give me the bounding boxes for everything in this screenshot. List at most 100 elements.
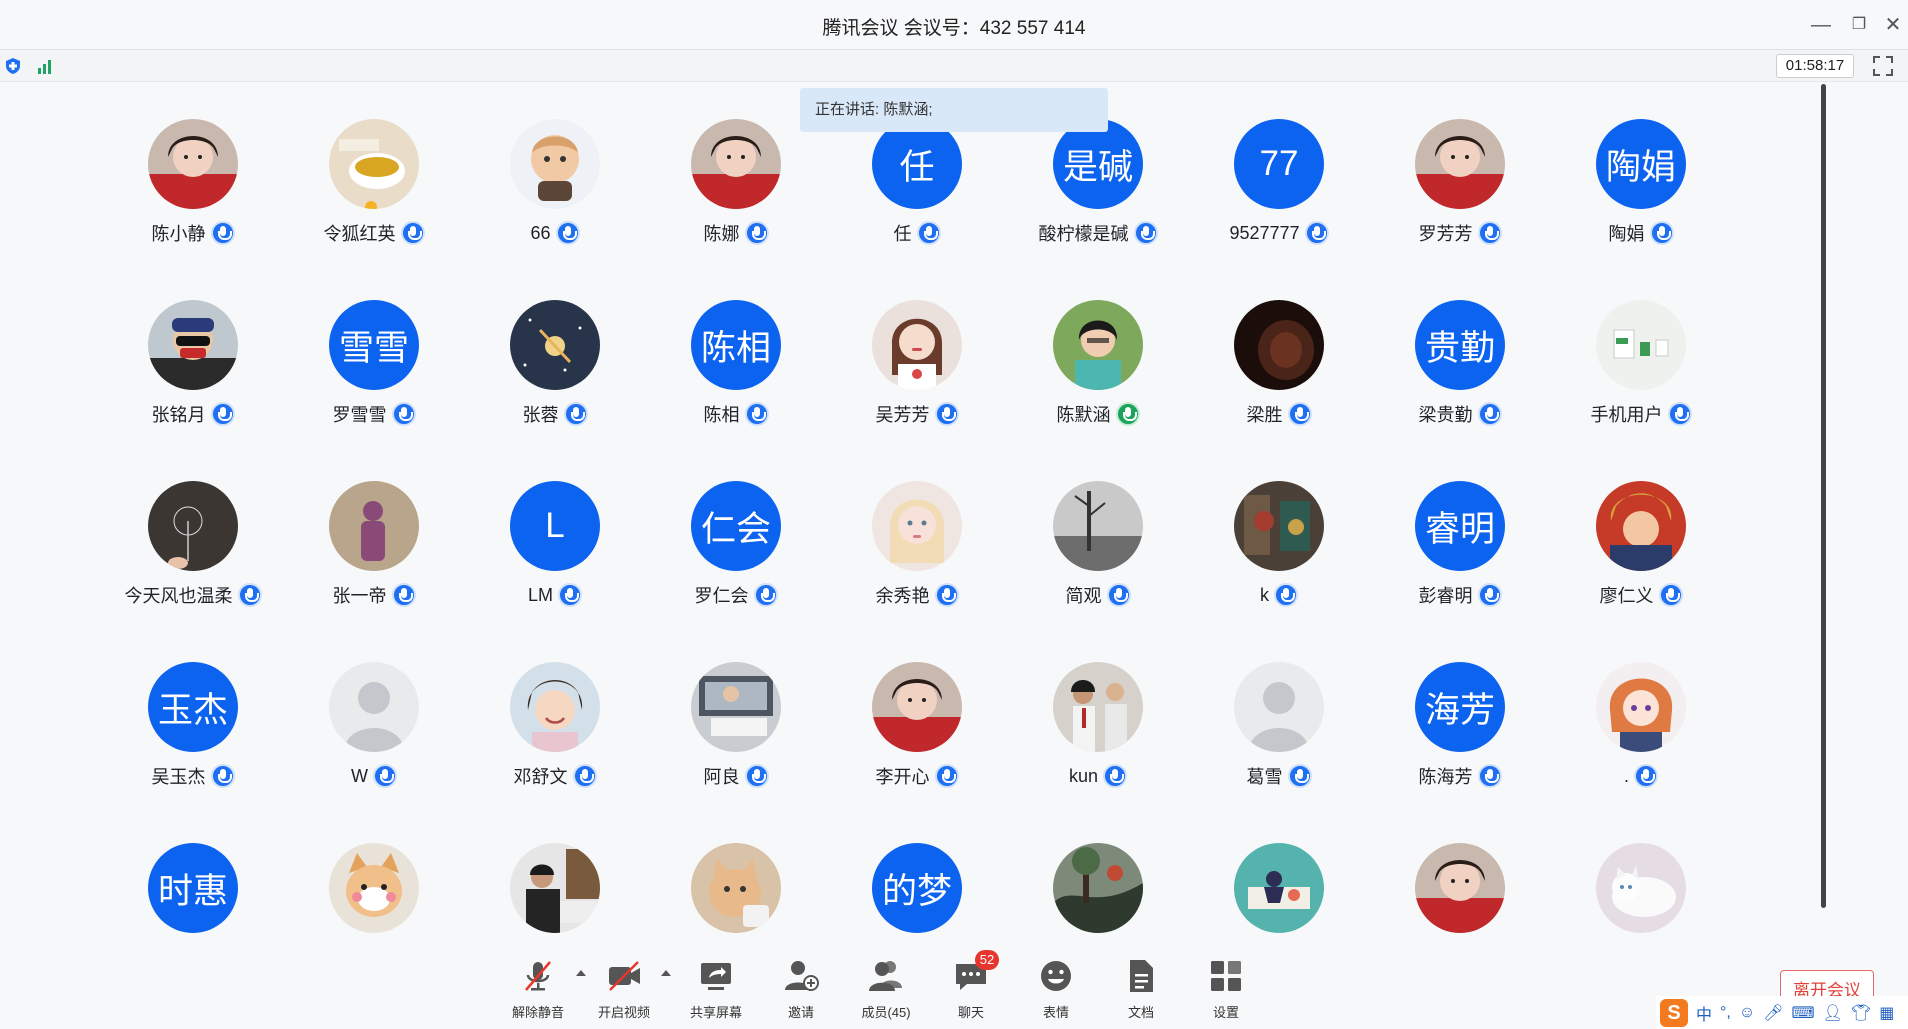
participant-tile[interactable]: 张蓉 <box>475 300 635 450</box>
participant-avatar: 睿明 <box>1415 481 1505 571</box>
close-icon[interactable]: ✕ <box>1880 12 1906 38</box>
participant-tile[interactable]: 雪雪 罗雪雪 <box>294 300 454 450</box>
participant-tile[interactable]: 陈娜 <box>656 119 816 269</box>
participant-name: 陈相 <box>703 405 740 425</box>
participant-tile[interactable]: 海芳 陈海芳 <box>1380 662 1540 812</box>
grid-scrollbar[interactable] <box>1821 84 1826 908</box>
participant-tile[interactable]: 张一帝 <box>294 481 454 631</box>
participant-name-row: 张蓉 <box>475 400 635 428</box>
ime-toolbar: S 中 °, ☺ 🎤︎ ⌨ 👤︎ 👕︎ ▦ <box>1656 996 1908 1029</box>
participant-tile[interactable]: 邓舒文 <box>475 662 635 812</box>
participant-tile[interactable]: 葛雪 <box>1199 662 1359 812</box>
participant-tile[interactable]: 李开心 <box>837 662 997 812</box>
participant-avatar <box>1596 300 1686 390</box>
participant-tile[interactable]: 简观 <box>1018 481 1178 631</box>
ime-skin-icon[interactable]: 👕︎ <box>1851 1003 1871 1023</box>
unmute-button[interactable]: 解除静音 <box>498 956 578 1026</box>
participant-tile[interactable]: 贵勤 梁贵勤 <box>1380 300 1540 450</box>
avatar-initials: 海芳 <box>1424 690 1495 730</box>
participant-tile[interactable]: 仁会 罗仁会 <box>656 481 816 631</box>
participant-tile[interactable]: 余秀艳 <box>837 481 997 631</box>
participant-name: 吴玉杰 <box>151 767 206 787</box>
ime-voice-icon[interactable]: 🎤︎ <box>1763 1003 1783 1023</box>
participant-tile[interactable]: W <box>294 662 454 812</box>
mic-on-icon <box>1477 764 1502 788</box>
participant-tile[interactable]: 是碱 酸柠檬是碱 <box>1018 119 1178 269</box>
invite-button[interactable]: 邀请 <box>761 956 841 1026</box>
participant-tile[interactable]: 陶娟 陶娟 <box>1561 119 1721 269</box>
participant-avatar: 77 <box>1234 119 1324 209</box>
participant-tile[interactable]: 梁胜 <box>1199 300 1359 450</box>
share-screen-button[interactable]: 共享屏幕 <box>676 956 756 1026</box>
participant-tile[interactable]: 张铭月 <box>113 300 273 450</box>
participant-name-row: W <box>294 762 454 790</box>
participant-tile[interactable]: L LM <box>475 481 635 631</box>
chat-button[interactable]: 52 聊天 <box>931 950 1011 1026</box>
participant-tile[interactable]: 吴芳芳 <box>837 300 997 450</box>
avatar-initials: 77 <box>1259 144 1299 183</box>
mic-on-icon <box>934 583 959 607</box>
participant-tile[interactable]: 玉杰 吴玉杰 <box>113 662 273 812</box>
participant-tile[interactable]: 今天风也温柔 <box>113 481 273 631</box>
participant-tile[interactable]: 66 <box>475 119 635 269</box>
document-icon <box>1130 960 1153 992</box>
fullscreen-icon[interactable] <box>1872 55 1894 77</box>
participant-name-row: 彭睿明 <box>1380 581 1540 609</box>
mic-on-icon <box>1658 583 1683 607</box>
mic-on-icon <box>916 221 941 245</box>
participant-name: 陶娟 <box>1608 224 1645 244</box>
ime-menu-icon[interactable]: ▦ <box>1879 1003 1894 1023</box>
participant-tile[interactable]: 廖仁义 <box>1561 481 1721 631</box>
reaction-button[interactable]: 表情 <box>1016 956 1096 1026</box>
participant-tile[interactable]: 陈小静 <box>113 119 273 269</box>
ime-language-toggle[interactable]: 中 <box>1696 1001 1712 1025</box>
mic-on-icon <box>391 402 416 426</box>
mic-on-icon <box>1103 764 1128 788</box>
members-button[interactable]: 成员(45) <box>846 956 926 1026</box>
participant-name: kun <box>1068 765 1099 786</box>
participant-name-row: 手机用户 <box>1561 400 1721 428</box>
participant-tile[interactable]: 阿良 <box>656 662 816 812</box>
ime-emoji-icon[interactable]: ☺ <box>1739 1004 1755 1022</box>
participant-avatar: 海芳 <box>1415 662 1505 752</box>
participant-tile[interactable]: 任任 <box>837 119 997 269</box>
participant-name-row: 梁贵勤 <box>1380 400 1540 428</box>
participant-tile[interactable]: 77 9527777 <box>1199 119 1359 269</box>
avatar-photo <box>148 300 238 390</box>
participant-tile[interactable]: 罗芳芳 <box>1380 119 1540 269</box>
participant-name-row: LM <box>475 581 635 609</box>
participant-name-row: 陈相 <box>656 400 816 428</box>
participant-tile[interactable]: 手机用户 <box>1561 300 1721 450</box>
avatar-photo <box>510 300 600 390</box>
avatar-initials: 贵勤 <box>1424 328 1495 368</box>
ime-user-icon[interactable]: 👤︎ <box>1823 1003 1843 1023</box>
participant-tile[interactable]: 陈默涵 <box>1018 300 1178 450</box>
participant-avatar <box>1596 662 1686 752</box>
settings-button[interactable]: 设置 <box>1186 956 1266 1026</box>
participant-name: 9527777 <box>1229 222 1300 243</box>
participant-tile[interactable]: 睿明 彭睿明 <box>1380 481 1540 631</box>
participant-tile[interactable]: 令狐红英 <box>294 119 454 269</box>
participant-avatar <box>510 662 600 752</box>
participant-tile[interactable]: kun <box>1018 662 1178 812</box>
mic-on-icon <box>237 583 262 607</box>
restore-icon[interactable]: ❐ <box>1846 12 1872 38</box>
participant-name-row: 令狐红英 <box>294 219 454 247</box>
participant-name-row: 陶娟 <box>1561 219 1721 247</box>
video-options-caret[interactable] <box>661 970 671 976</box>
avatar-photo <box>1596 662 1686 752</box>
avatar-photo <box>1596 300 1686 390</box>
avatar-photo <box>329 119 419 209</box>
documents-button[interactable]: 文档 <box>1101 956 1181 1026</box>
participant-tile[interactable]: 陈相 陈相 <box>656 300 816 450</box>
participant-tile[interactable]: . <box>1561 662 1721 812</box>
ime-punctuation-toggle[interactable]: °, <box>1720 1004 1731 1022</box>
participant-name-row: 张一帝 <box>294 581 454 609</box>
chat-unread-badge: 52 <box>975 950 999 970</box>
participant-tile[interactable]: k <box>1199 481 1359 631</box>
start-video-button[interactable]: 开启视频 <box>584 956 664 1026</box>
participant-avatar <box>510 843 600 933</box>
participant-avatar: 的梦 <box>872 843 962 933</box>
ime-keyboard-icon[interactable]: ⌨ <box>1792 1003 1815 1023</box>
sogou-logo-icon[interactable]: S <box>1660 998 1688 1027</box>
